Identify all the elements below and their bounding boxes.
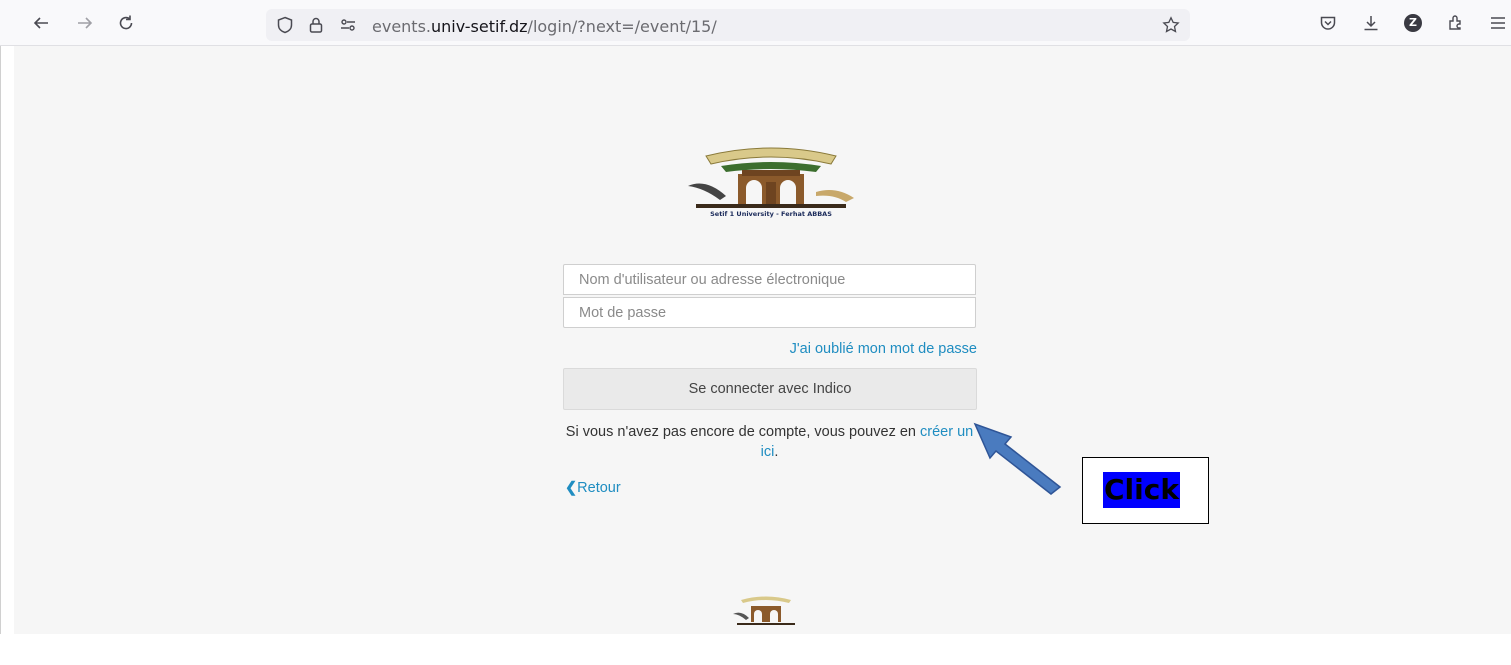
url-bar[interactable]: events.univ-setif.dz/login/?next=/event/… bbox=[266, 9, 1190, 41]
shield-icon[interactable] bbox=[276, 16, 294, 34]
annotation-arrow bbox=[973, 422, 1062, 495]
logo-caption: Setif 1 University - Ferhat ABBAS bbox=[710, 210, 832, 218]
login-page bbox=[14, 46, 1511, 634]
menu-icon[interactable] bbox=[1489, 14, 1507, 32]
annotation-click-box: Click bbox=[1082, 457, 1209, 524]
bookmark-star-icon[interactable] bbox=[1162, 16, 1180, 34]
password-input[interactable] bbox=[563, 297, 976, 328]
register-text: Si vous n'avez pas encore de compte, vou… bbox=[557, 422, 982, 462]
footer-logo bbox=[731, 592, 801, 628]
back-link[interactable]: ❮Retour bbox=[565, 480, 621, 496]
browser-toolbar: events.univ-setif.dz/login/?next=/event/… bbox=[0, 0, 1511, 46]
account-avatar-icon[interactable]: Z bbox=[1404, 14, 1422, 32]
extensions-icon[interactable] bbox=[1447, 14, 1465, 32]
url-text[interactable]: events.univ-setif.dz/login/?next=/event/… bbox=[372, 17, 717, 36]
download-icon[interactable] bbox=[1362, 14, 1380, 32]
window-edge bbox=[0, 46, 1, 634]
forward-arrow-icon[interactable] bbox=[76, 14, 94, 32]
back-arrow-icon[interactable] bbox=[32, 14, 50, 32]
reload-icon[interactable] bbox=[117, 14, 135, 32]
annotation-click-label: Click bbox=[1103, 472, 1180, 508]
lock-icon[interactable] bbox=[307, 16, 325, 34]
register-suffix: . bbox=[774, 444, 779, 460]
register-prefix: Si vous n'avez pas encore de compte, vou… bbox=[565, 424, 920, 440]
login-button[interactable]: Se connecter avec Indico bbox=[563, 368, 977, 410]
username-input[interactable] bbox=[563, 264, 976, 295]
pocket-icon[interactable] bbox=[1319, 14, 1337, 32]
permissions-icon[interactable] bbox=[339, 16, 357, 34]
back-link-label: Retour bbox=[577, 480, 621, 496]
forgot-password-link[interactable]: J'ai oublié mon mot de passe bbox=[700, 341, 977, 357]
university-logo: Setif 1 University - Ferhat ABBAS bbox=[686, 138, 856, 228]
chevron-left-icon: ❮ bbox=[565, 480, 578, 496]
